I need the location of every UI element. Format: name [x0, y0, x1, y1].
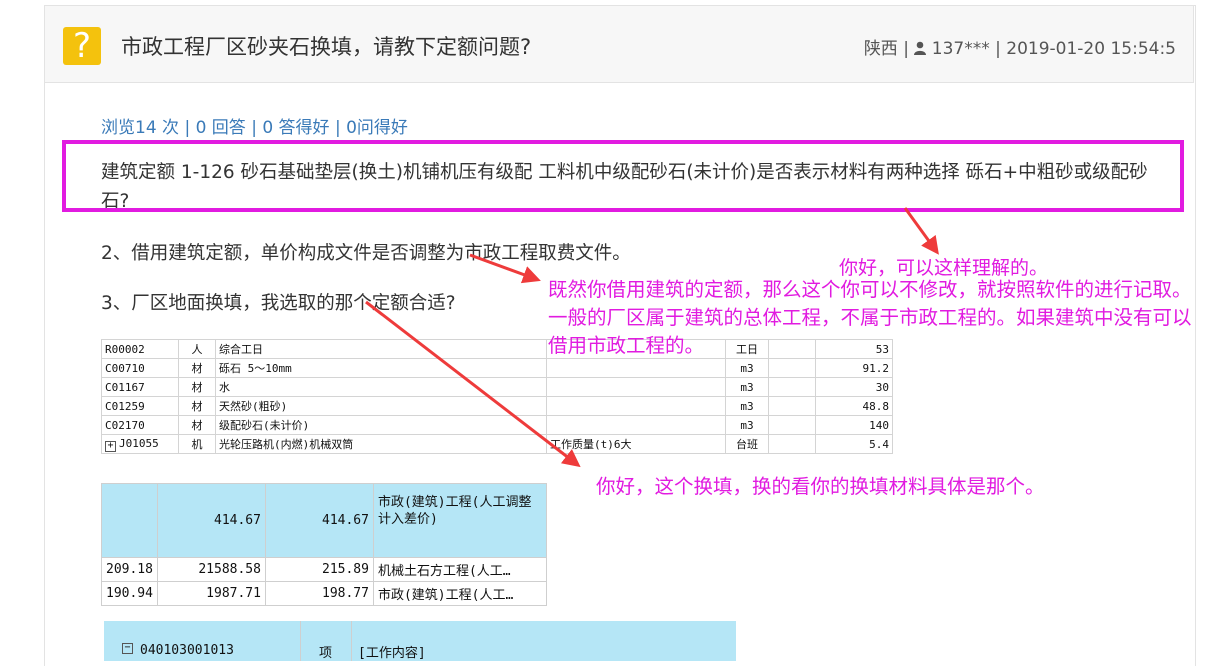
arrow-1 — [903, 207, 939, 255]
arrow-3 — [365, 300, 581, 468]
arrow-2 — [469, 253, 541, 284]
annotation-arrows — [365, 207, 939, 468]
